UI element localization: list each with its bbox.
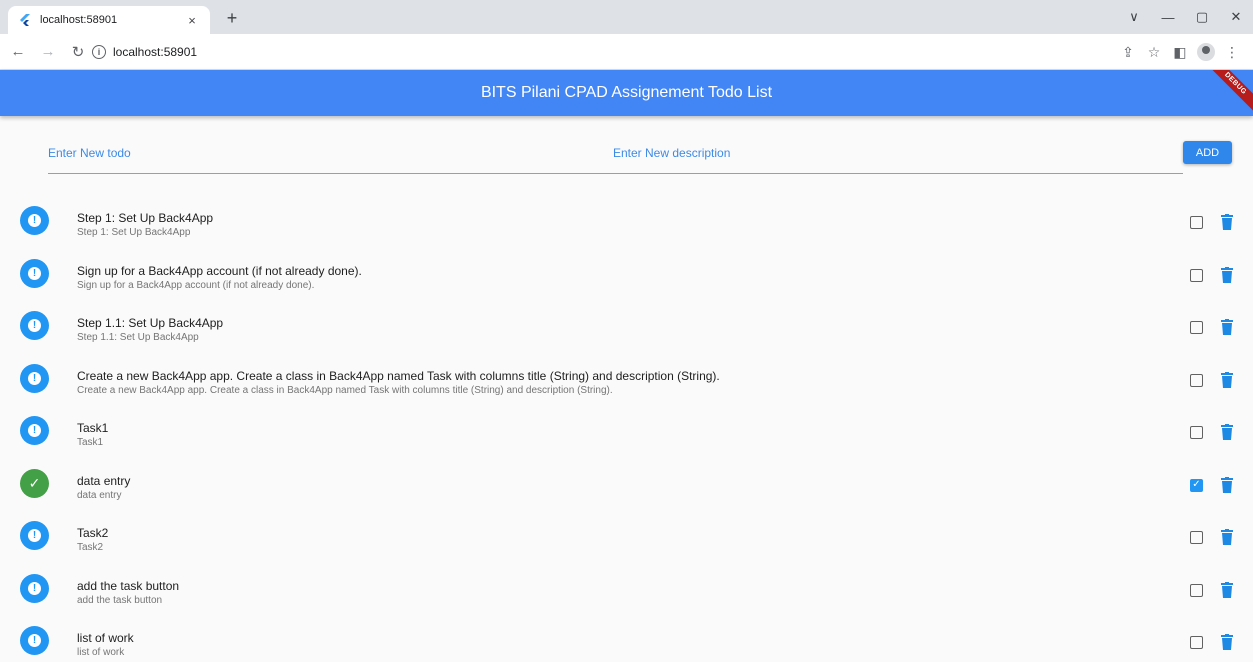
status-avatar: ! xyxy=(20,363,49,393)
status-avatar: ! xyxy=(20,626,49,655)
delete-icon[interactable] xyxy=(1221,319,1233,335)
task-description: add the task button xyxy=(77,594,163,606)
task-description: Task2 xyxy=(77,542,104,553)
exclamation-icon: ! xyxy=(28,319,41,332)
task-description: Step 1.1: Set Up Back4App xyxy=(77,332,199,343)
task-title: Create a new Back4App app. Create a clas… xyxy=(77,368,720,383)
task-description: Step 1: Set Up Back4App xyxy=(77,227,191,238)
status-avatar: ! xyxy=(20,573,49,603)
task-list-item[interactable]: ✓ data entry data entry ✓ xyxy=(0,457,1253,510)
page-title: BITS Pilani CPAD Assignement Todo List xyxy=(480,84,773,101)
delete-icon[interactable] xyxy=(1221,266,1233,283)
exclamation-icon: ! xyxy=(28,214,41,227)
status-avatar: ! xyxy=(20,206,49,235)
close-tab-icon[interactable]: × xyxy=(184,13,200,28)
delete-icon[interactable] xyxy=(1221,214,1233,230)
site-info-icon[interactable]: i xyxy=(92,45,106,59)
task-done-checkbox[interactable] xyxy=(1190,531,1203,544)
task-done-checkbox[interactable] xyxy=(1190,321,1203,334)
task-done-checkbox[interactable] xyxy=(1190,426,1203,439)
delete-icon[interactable] xyxy=(1221,634,1233,650)
task-description: Create a new Back4App app. Create a clas… xyxy=(77,384,613,396)
browser-tabstrip: localhost:58901 × + ∨ — ▢ ✕ xyxy=(0,0,1253,34)
reload-icon[interactable]: ↻ xyxy=(66,43,90,61)
exclamation-icon: ! xyxy=(28,529,41,542)
delete-icon[interactable] xyxy=(1221,371,1233,388)
task-title: Step 1.1: Set Up Back4App xyxy=(77,316,224,330)
new-todo-form xyxy=(48,138,1183,174)
delete-icon[interactable] xyxy=(1221,529,1233,545)
task-list-item[interactable]: ! Step 1: Set Up Back4App Step 1: Set Up B… xyxy=(0,194,1253,247)
status-avatar: ! xyxy=(20,521,49,550)
delete-icon[interactable] xyxy=(1221,424,1233,440)
task-list-item[interactable]: ! Task2 Task2 xyxy=(0,509,1253,562)
task-title: Task1 xyxy=(77,421,109,435)
task-description: data entry xyxy=(77,489,122,501)
exclamation-icon: ! xyxy=(28,424,41,437)
task-done-checkbox[interactable]: ✓ xyxy=(1190,478,1203,492)
toolbar-actions: ⇪ ☆ ◧ ⋮ xyxy=(1115,34,1245,70)
flutter-icon xyxy=(18,13,32,27)
address-bar[interactable]: i localhost:58901 xyxy=(92,38,1192,66)
delete-icon[interactable] xyxy=(1221,476,1233,493)
tab-search-icon[interactable]: ∨ xyxy=(1117,9,1151,25)
task-done-checkbox[interactable] xyxy=(1190,268,1203,282)
task-title: add the task button xyxy=(77,578,180,593)
app-bar: BITS Pilani CPAD Assignement Todo List D… xyxy=(0,70,1253,116)
tab-title: localhost:58901 xyxy=(40,14,118,26)
task-list-item[interactable]: ! list of work list of work xyxy=(0,614,1253,662)
task-title: list of work xyxy=(77,631,134,645)
delete-icon[interactable] xyxy=(1221,581,1233,598)
task-list-item[interactable]: ! Step 1.1: Set Up Back4App Step 1.1: Set … xyxy=(0,299,1253,352)
task-done-checkbox[interactable] xyxy=(1190,636,1203,649)
task-list-item[interactable]: ! Create a new Back4App app. Create a cla… xyxy=(0,352,1253,405)
task-list-item[interactable]: ! add the task button add the task button xyxy=(0,562,1253,615)
url-text: localhost:58901 xyxy=(113,45,198,59)
new-tab-button[interactable]: + xyxy=(220,8,244,30)
task-title: Step 1: Set Up Back4App xyxy=(77,211,214,225)
debug-banner: DEBUG xyxy=(1202,70,1253,116)
task-list-item[interactable]: ! Sign up for a Back4App account (if not … xyxy=(0,247,1253,300)
browser-toolbar: ← → ↻ i localhost:58901 ⇪ ☆ ◧ ⋮ xyxy=(0,34,1253,70)
status-avatar: ✓ xyxy=(20,468,49,498)
profile-avatar-icon[interactable] xyxy=(1197,43,1215,61)
maximize-icon[interactable]: ▢ xyxy=(1185,9,1219,25)
task-description: Task1 xyxy=(77,437,104,448)
bookmark-star-icon[interactable]: ☆ xyxy=(1141,44,1167,61)
forward-icon[interactable]: → xyxy=(36,43,60,60)
share-icon[interactable]: ⇪ xyxy=(1115,44,1141,61)
todo-description-input[interactable] xyxy=(613,144,1173,162)
add-button[interactable]: ADD xyxy=(1183,141,1232,164)
task-title: data entry xyxy=(77,473,131,488)
close-window-icon[interactable]: ✕ xyxy=(1219,9,1253,25)
side-panel-icon[interactable]: ◧ xyxy=(1167,44,1193,61)
back-icon[interactable]: ← xyxy=(6,43,30,60)
task-description: Sign up for a Back4App account (if not a… xyxy=(77,279,315,291)
browser-tab[interactable]: localhost:58901 × xyxy=(8,6,210,34)
menu-dots-icon[interactable]: ⋮ xyxy=(1219,44,1245,61)
task-list: ! Step 1: Set Up Back4App Step 1: Set Up B… xyxy=(0,194,1253,662)
task-done-checkbox[interactable] xyxy=(1190,216,1203,229)
window-controls: ∨ — ▢ ✕ xyxy=(1117,0,1253,34)
status-avatar: ! xyxy=(20,258,49,288)
task-done-checkbox[interactable] xyxy=(1190,373,1203,387)
status-avatar: ! xyxy=(20,311,49,340)
task-done-checkbox[interactable] xyxy=(1190,583,1203,597)
status-avatar: ! xyxy=(20,416,49,445)
task-title: Sign up for a Back4App account (if not a… xyxy=(77,263,362,278)
exclamation-icon: ! xyxy=(28,266,41,280)
exclamation-icon: ! xyxy=(28,634,41,647)
check-icon: ✓ xyxy=(28,475,41,491)
minimize-icon[interactable]: — xyxy=(1151,10,1185,25)
task-description: list of work xyxy=(77,647,125,658)
task-list-item[interactable]: ! Task1 Task1 xyxy=(0,404,1253,457)
exclamation-icon: ! xyxy=(28,371,41,385)
exclamation-icon: ! xyxy=(28,581,41,595)
todo-title-input[interactable] xyxy=(48,144,548,162)
task-title: Task2 xyxy=(77,526,109,540)
